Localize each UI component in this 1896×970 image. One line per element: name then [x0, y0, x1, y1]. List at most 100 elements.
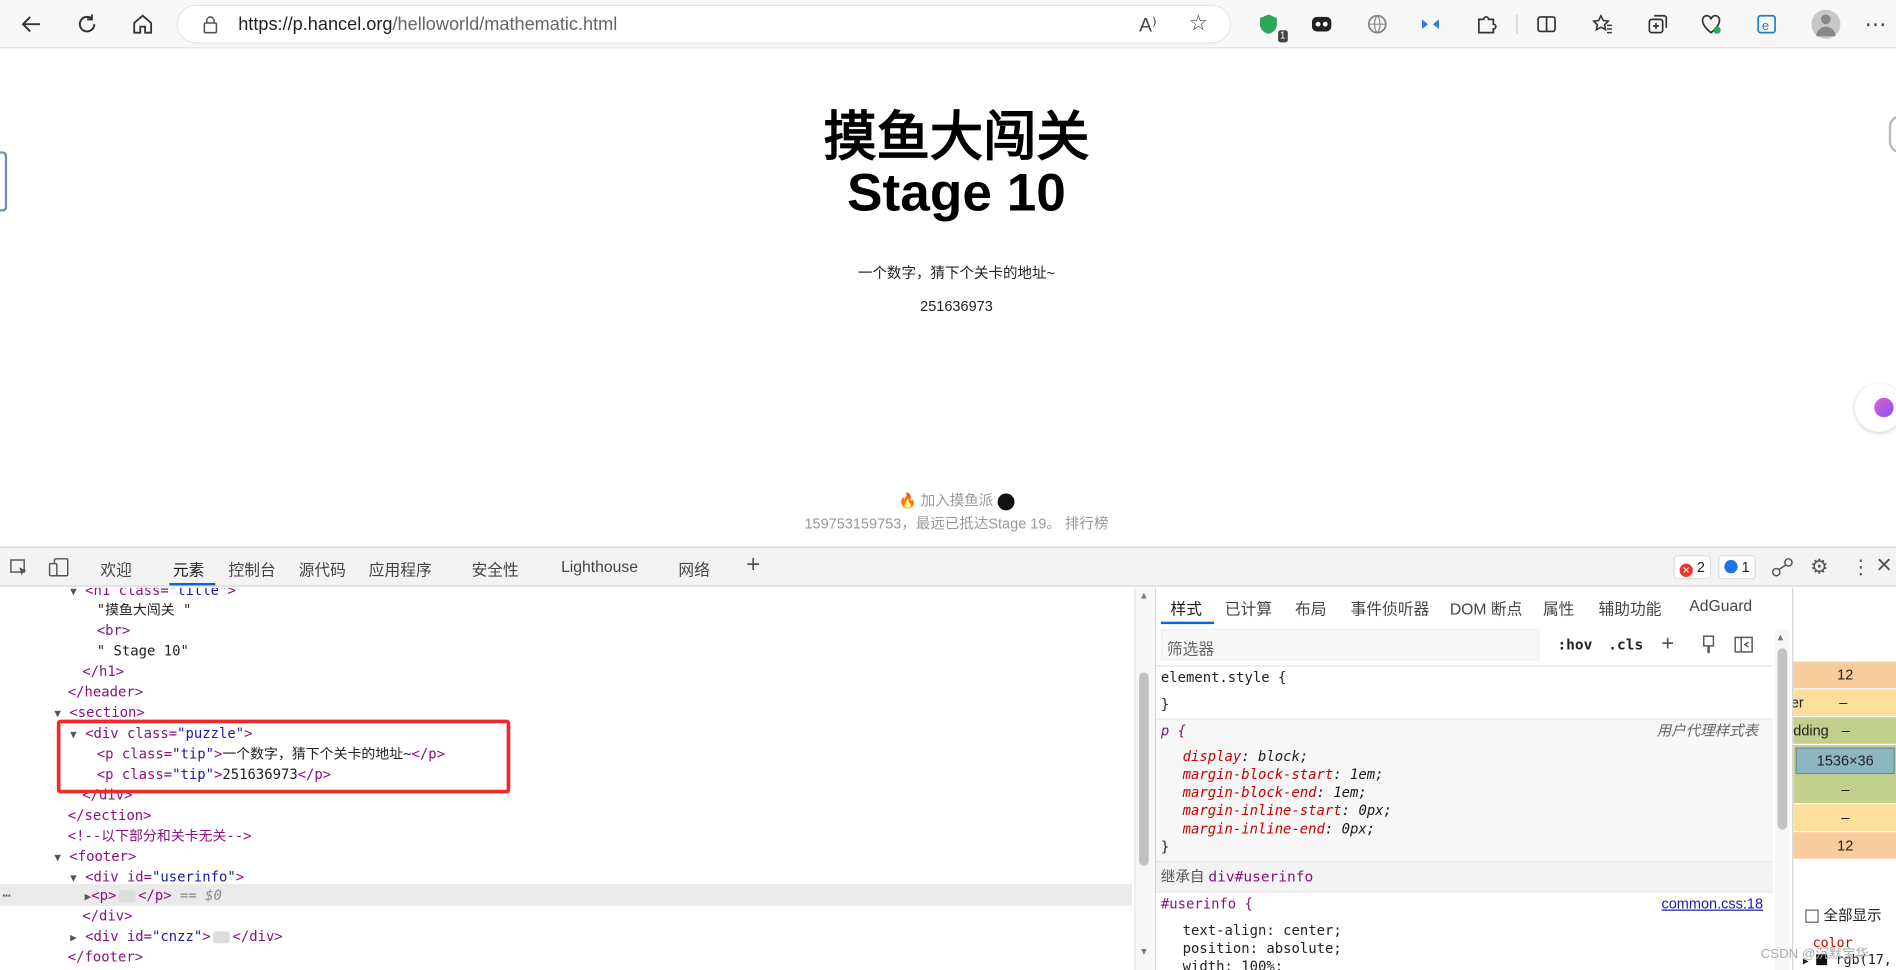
- tab-security[interactable]: 安全性: [472, 558, 519, 581]
- footer-stats: 159753159753，最远已抵达Stage 19。 排行榜: [804, 515, 1109, 533]
- dom-comment[interactable]: <!--以下部分和关卡无关-->: [68, 826, 252, 847]
- inherited-element-link[interactable]: div#userinfo: [1208, 868, 1313, 885]
- globe-extension-icon[interactable]: [1364, 11, 1391, 38]
- dom-line[interactable]: </footer>: [68, 947, 143, 968]
- close-devtools-icon[interactable]: ✕: [1875, 554, 1892, 578]
- address-bar[interactable]: https://p.hancel.org/helloworld/mathemat…: [176, 4, 1231, 44]
- tab-network[interactable]: 网络: [678, 558, 709, 581]
- svg-text:e: e: [1762, 18, 1769, 33]
- styles-scrollbar-thumb[interactable]: [1777, 648, 1788, 830]
- browser-essentials-icon[interactable]: [1698, 11, 1725, 38]
- home-icon[interactable]: [128, 10, 157, 39]
- checkbox-box[interactable]: [1805, 909, 1819, 923]
- devtools-tabbar: 欢迎 元素 控制台 源代码 应用程序 安全性 Lighthouse 网络 + ✕…: [0, 546, 1896, 587]
- back-icon[interactable]: [17, 10, 46, 39]
- box-padding-bottom[interactable]: –: [1793, 776, 1896, 804]
- element-style-selector[interactable]: element.style {: [1161, 669, 1287, 687]
- styles-tab-adguard[interactable]: AdGuard: [1689, 596, 1752, 614]
- css-declaration[interactable]: margin-block-start: 1em;: [1183, 766, 1384, 784]
- lock-icon[interactable]: [202, 16, 219, 40]
- collapsed-ellipsis[interactable]: [118, 889, 136, 902]
- refresh-icon[interactable]: [73, 10, 102, 39]
- dom-line[interactable]: </h1>: [82, 662, 124, 683]
- row-menu-icon[interactable]: ⋯: [2, 885, 10, 906]
- box-content-size[interactable]: 1536×36: [1795, 747, 1895, 775]
- device-toolbar-icon[interactable]: [48, 558, 70, 583]
- paint-brush-icon[interactable]: [1701, 635, 1716, 658]
- styles-tab-computed[interactable]: 已计算: [1225, 596, 1272, 619]
- styles-tab-properties[interactable]: 属性: [1543, 596, 1574, 619]
- source-link[interactable]: common.css:18: [1661, 895, 1763, 913]
- elements-scrollbar[interactable]: ▲ ▼: [1134, 587, 1154, 970]
- settings-gear-icon[interactable]: ⚙: [1810, 555, 1828, 579]
- hov-toggle[interactable]: :hov: [1557, 636, 1592, 653]
- dom-line[interactable]: </header>: [68, 682, 143, 703]
- floating-assistant-button[interactable]: [1854, 383, 1896, 432]
- extensions-puzzle-icon[interactable]: [1473, 11, 1500, 38]
- arrows-extension-icon[interactable]: [1417, 11, 1444, 38]
- css-declaration[interactable]: width: 100%;: [1183, 958, 1283, 970]
- tab-welcome[interactable]: 欢迎: [100, 558, 131, 581]
- join-link[interactable]: 加入摸鱼派: [921, 492, 994, 509]
- message-count[interactable]: 1: [1718, 555, 1756, 580]
- tab-elements[interactable]: 元素: [173, 558, 204, 581]
- box-margin-bottom[interactable]: 12: [1793, 832, 1896, 859]
- css-declaration[interactable]: margin-inline-start: 0px;: [1183, 802, 1392, 820]
- profile-avatar[interactable]: [1811, 9, 1841, 39]
- styles-tab-accessibility[interactable]: 辅助功能: [1599, 596, 1662, 619]
- css-declaration[interactable]: margin-inline-end: 0px;: [1183, 820, 1376, 838]
- tab-application[interactable]: 应用程序: [369, 558, 432, 581]
- read-aloud-icon[interactable]: A⁾: [1139, 13, 1157, 37]
- dom-line[interactable]: </div>: [82, 906, 132, 927]
- more-menu-icon[interactable]: ⋯: [1862, 11, 1889, 38]
- dom-line[interactable]: <br>: [97, 620, 130, 641]
- new-rule-icon[interactable]: +: [1661, 631, 1673, 655]
- inherited-label: 继承自 div#userinfo: [1160, 868, 1314, 886]
- inspect-element-icon[interactable]: [10, 558, 29, 583]
- message-icon: [1724, 559, 1738, 574]
- collections-icon[interactable]: [1645, 11, 1672, 38]
- css-declaration[interactable]: position: absolute;: [1183, 940, 1342, 958]
- dom-line[interactable]: </section>: [68, 806, 152, 827]
- favorite-star-icon[interactable]: ☆: [1189, 11, 1209, 36]
- edge-icon[interactable]: e: [1753, 11, 1780, 38]
- url-text[interactable]: https://p.hancel.org/helloworld/mathemat…: [238, 15, 617, 36]
- box-margin-top[interactable]: 12: [1793, 661, 1896, 689]
- dom-line[interactable]: ▼ <footer>: [54, 847, 136, 868]
- styles-scrollbar[interactable]: ▲: [1775, 628, 1790, 970]
- favorites-icon[interactable]: [1589, 11, 1616, 38]
- shield-extension-icon[interactable]: 1: [1255, 11, 1288, 43]
- footer-join[interactable]: 🔥 加入摸鱼派: [0, 490, 1896, 511]
- scrollbar-thumb[interactable]: [1139, 672, 1149, 867]
- devtools-more-icon[interactable]: ⋮: [1851, 555, 1870, 579]
- puzzle-number: 251636973: [920, 297, 993, 315]
- dom-line[interactable]: " Stage 10": [97, 641, 189, 662]
- split-screen-icon[interactable]: [1533, 11, 1560, 38]
- box-border-bottom[interactable]: –: [1793, 804, 1896, 831]
- dom-line-selected[interactable]: ▶<p> </p> == $0: [85, 885, 222, 906]
- show-all-checkbox[interactable]: 全部显示: [1805, 905, 1882, 926]
- p-rule-selector[interactable]: p {: [1161, 722, 1186, 740]
- userinfo-rule-selector[interactable]: #userinfo {: [1161, 895, 1253, 913]
- styles-tab-event-listeners[interactable]: 事件侦听器: [1351, 596, 1430, 619]
- tab-lighthouse[interactable]: Lighthouse: [561, 558, 638, 576]
- tab-sources[interactable]: 源代码: [299, 558, 346, 581]
- toggle-sidebar-icon[interactable]: [1734, 636, 1753, 657]
- add-tab-icon[interactable]: +: [746, 552, 760, 580]
- styles-filter-input[interactable]: 筛选器: [1160, 628, 1540, 661]
- css-declaration[interactable]: margin-block-end: 1em;: [1183, 784, 1367, 802]
- network-conditions-icon[interactable]: [1771, 558, 1793, 583]
- styles-tab-dom-breakpoints[interactable]: DOM 断点: [1450, 596, 1522, 619]
- styles-tab-styles[interactable]: 样式: [1171, 596, 1202, 619]
- mask-extension-icon[interactable]: [1308, 11, 1335, 38]
- styles-tab-layout[interactable]: 布局: [1295, 596, 1326, 619]
- tab-console[interactable]: 控制台: [229, 558, 276, 581]
- collapsed-ellipsis[interactable]: [213, 930, 231, 943]
- cls-toggle[interactable]: .cls: [1608, 636, 1643, 653]
- dom-line[interactable]: ▶ <div id="cnzz"> </div>: [70, 926, 283, 947]
- css-declaration[interactable]: display: block;: [1183, 747, 1309, 765]
- css-declaration[interactable]: text-align: center;: [1183, 922, 1342, 940]
- error-count[interactable]: ✕ 2: [1673, 555, 1712, 580]
- edge-sidebar-handle[interactable]: [1888, 114, 1896, 154]
- dom-line[interactable]: "摸鱼大闯关 ": [97, 600, 192, 621]
